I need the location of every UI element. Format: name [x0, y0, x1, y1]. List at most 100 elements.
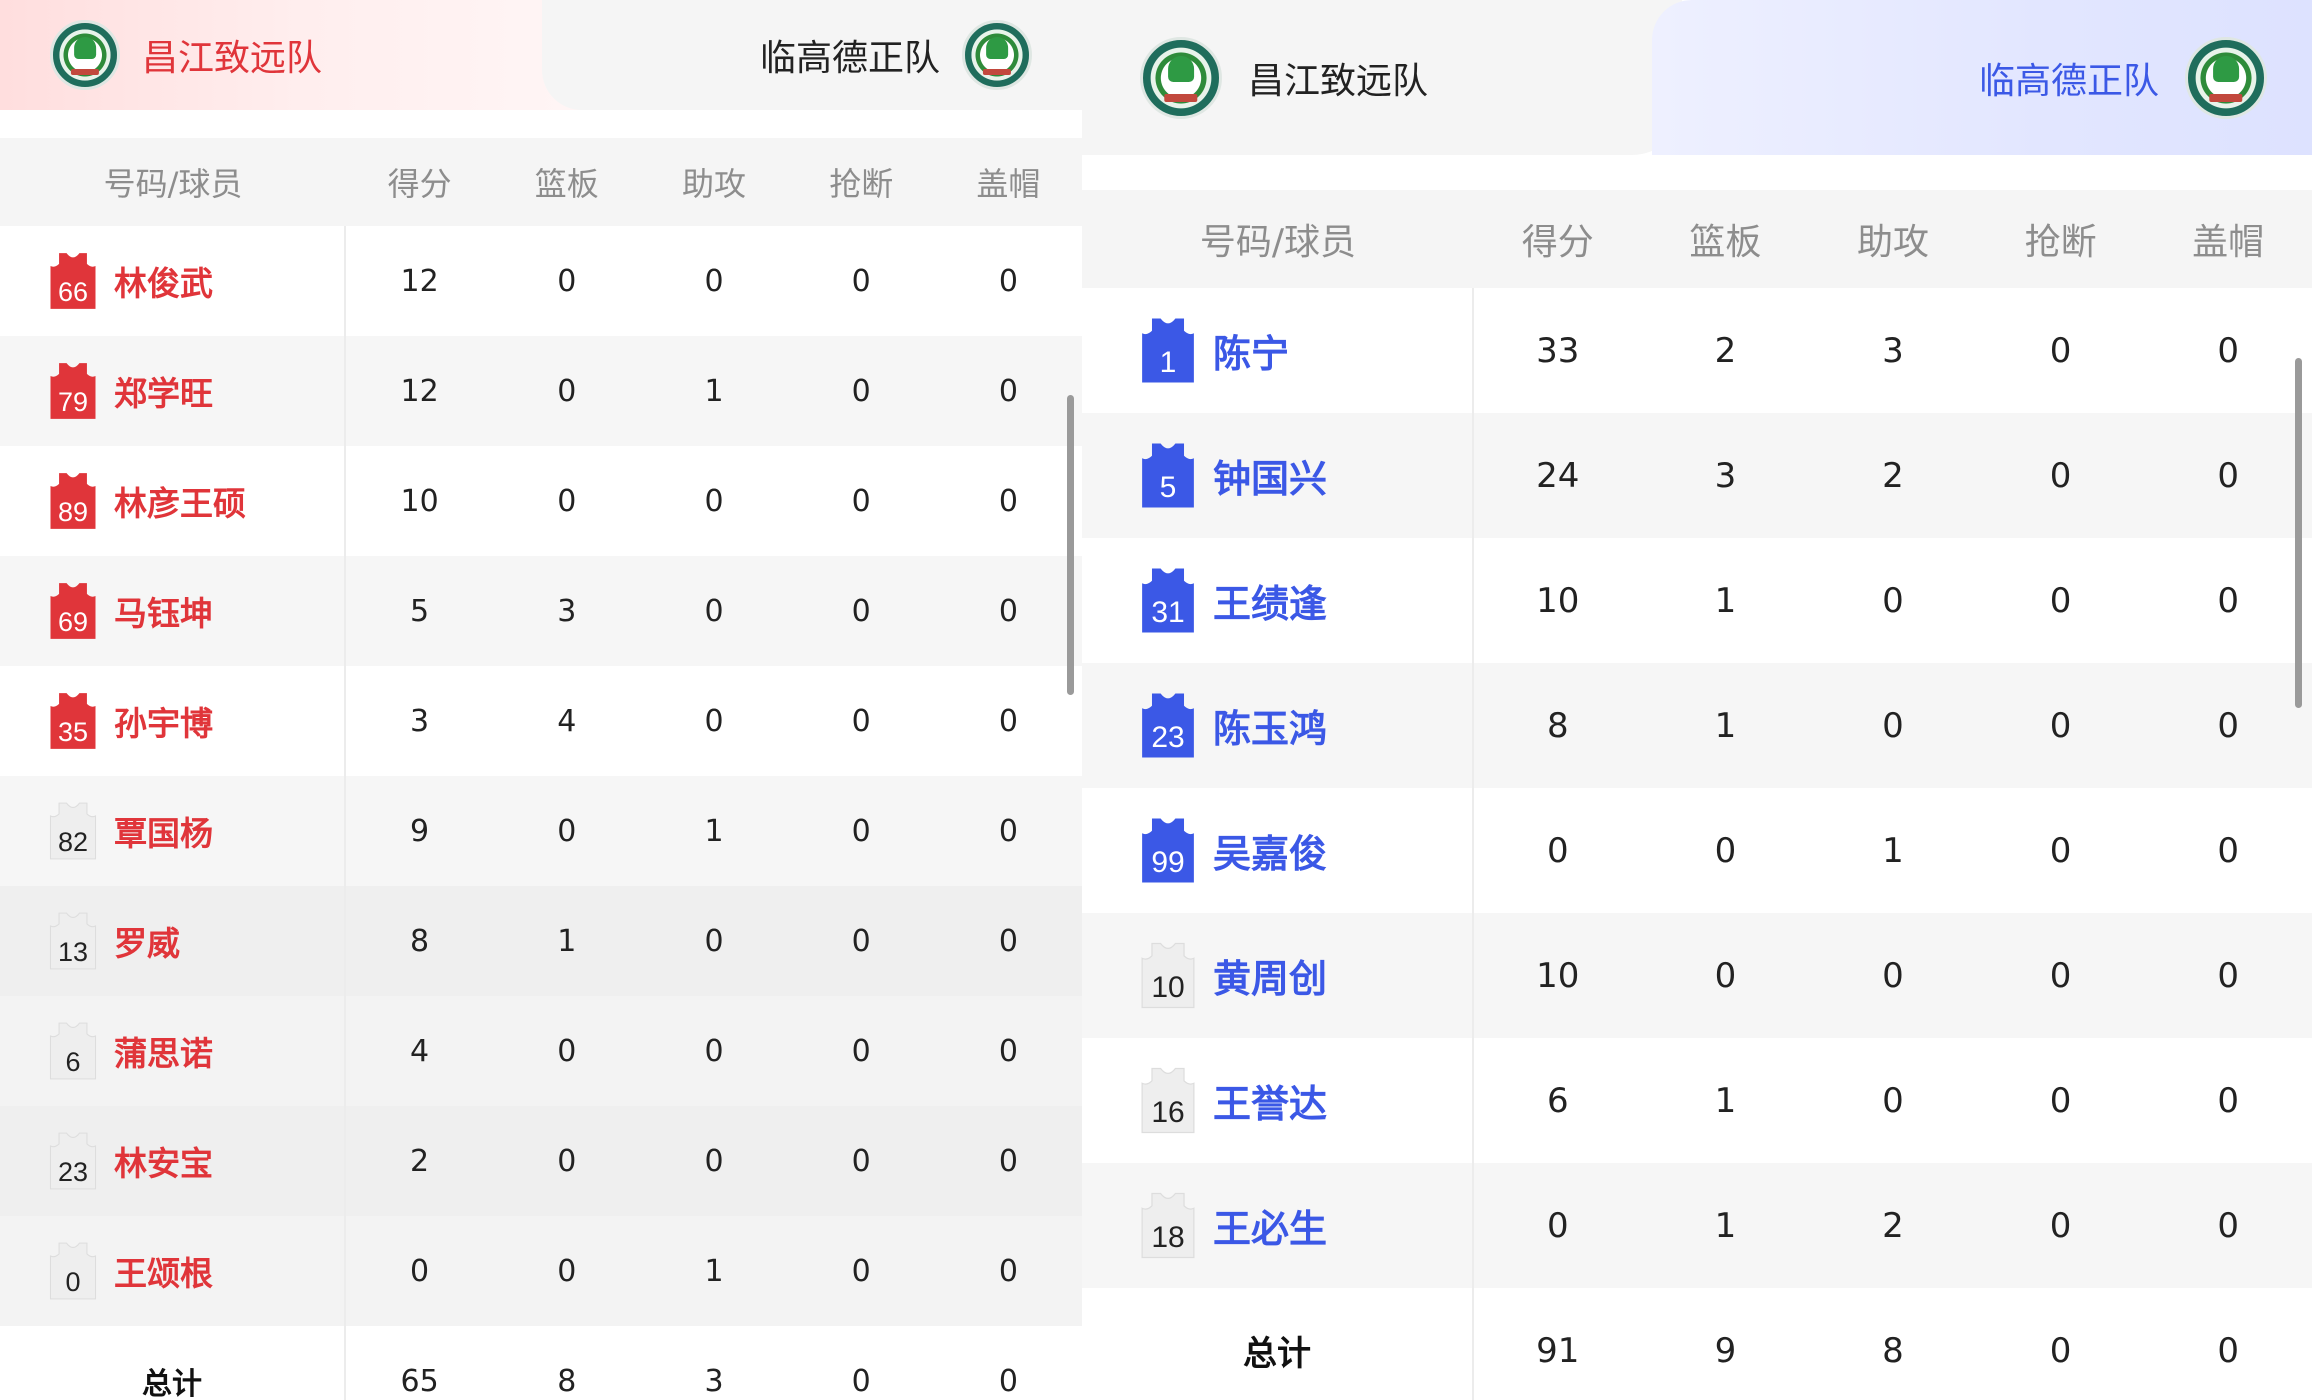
table-row[interactable]: 16 王誉达 6 1 0 0 0 [1082, 1038, 2312, 1163]
scrollbar[interactable] [2295, 358, 2302, 708]
jersey-number: 35 [57, 717, 89, 747]
table-header-row: 号码/球员 得分 篮板 助攻 抢断 盖帽 [0, 138, 1082, 226]
player-cell: 99 吴嘉俊 [1082, 788, 1474, 913]
player-name[interactable]: 林安宝 [114, 1137, 213, 1185]
column-header-player: 号码/球员 [103, 165, 243, 203]
player-name[interactable]: 王颂根 [114, 1247, 213, 1295]
player-name[interactable]: 孙宇博 [114, 697, 213, 745]
table-row[interactable]: 69 马钰坤 5 3 0 0 0 [0, 556, 1082, 666]
total-row: 总计 65 8 3 0 0 [0, 1326, 1082, 1400]
stat-steals: 0 [2049, 705, 2072, 746]
stat-blocks: 0 [998, 593, 1018, 629]
table-row[interactable]: 82 覃国杨 9 0 1 0 0 [0, 776, 1082, 886]
jersey-number: 31 [1151, 596, 1185, 629]
stat-points: 10 [400, 483, 439, 519]
stat-blocks: 0 [998, 703, 1018, 739]
stat-points: 33 [1536, 330, 1580, 371]
jersey-number: 89 [57, 497, 89, 527]
stat-assists: 0 [1882, 1080, 1904, 1121]
tab-home-team[interactable]: 昌江致远队 [0, 0, 600, 110]
jersey-number: 82 [57, 827, 89, 857]
player-name[interactable]: 吴嘉俊 [1213, 823, 1327, 878]
player-name[interactable]: 罗威 [114, 917, 180, 965]
table-row[interactable]: 0 王颂根 0 0 1 0 0 [0, 1216, 1082, 1326]
column-header-rebounds: 篮板 [534, 165, 599, 203]
tab-away-team[interactable]: 临高德正队 [542, 0, 1082, 110]
team-tabs: 昌江致远队 临高德正队 [1082, 0, 2312, 160]
tab-home-team[interactable]: 昌江致远队 [1082, 0, 1682, 155]
team-logo-icon [50, 20, 120, 90]
jersey-icon: 89 [46, 471, 100, 531]
table-row[interactable]: 23 林安宝 2 0 0 0 0 [0, 1106, 1082, 1216]
table-row[interactable]: 1 陈宁 33 2 3 0 0 [1082, 288, 2312, 413]
player-name[interactable]: 马钰坤 [114, 587, 213, 635]
stat-points: 3 [410, 703, 430, 739]
stat-rebounds: 1 [1714, 1080, 1737, 1121]
scrollbar[interactable] [1067, 395, 1074, 695]
table-row[interactable]: 10 黄周创 10 0 0 0 0 [1082, 913, 2312, 1038]
stat-assists: 1 [704, 373, 724, 409]
stat-assists: 3 [1882, 330, 1904, 371]
player-name[interactable]: 覃国杨 [114, 807, 213, 855]
jersey-icon: 31 [1137, 566, 1199, 635]
player-name[interactable]: 王绩逢 [1213, 573, 1327, 628]
stat-blocks: 0 [998, 1253, 1018, 1289]
table-row[interactable]: 79 郑学旺 12 0 1 0 0 [0, 336, 1082, 446]
total-steals: 0 [851, 1363, 871, 1399]
stat-points: 24 [1536, 455, 1580, 496]
stat-rebounds: 1 [1714, 580, 1737, 621]
player-name[interactable]: 王必生 [1213, 1198, 1327, 1253]
table-row[interactable]: 66 林俊武 12 0 0 0 0 [0, 226, 1082, 336]
player-cell: 18 王必生 [1082, 1163, 1474, 1288]
table-row[interactable]: 23 陈玉鸿 8 1 0 0 0 [1082, 663, 2312, 788]
jersey-icon: 0 [46, 1241, 100, 1301]
column-header-assists: 助攻 [1856, 222, 1929, 263]
column-header-blocks: 盖帽 [976, 165, 1041, 203]
tab-away-team[interactable]: 临高德正队 [1652, 0, 2312, 155]
player-name[interactable]: 蒲思诺 [114, 1027, 213, 1075]
stat-assists: 2 [1882, 455, 1904, 496]
stat-assists: 0 [704, 1033, 724, 1069]
player-name[interactable]: 钟国兴 [1213, 448, 1327, 503]
table-row[interactable]: 31 王绩逢 10 1 0 0 0 [1082, 538, 2312, 663]
table-row[interactable]: 18 王必生 0 1 2 0 0 [1082, 1163, 2312, 1288]
stat-rebounds: 0 [1714, 955, 1737, 996]
stat-assists: 0 [704, 703, 724, 739]
player-cell: 69 马钰坤 [0, 556, 346, 666]
player-cell: 0 王颂根 [0, 1216, 346, 1326]
table-row[interactable]: 5 钟国兴 24 3 2 0 0 [1082, 413, 2312, 538]
total-label: 总计 [142, 1367, 202, 1400]
table-row[interactable]: 13 罗威 8 1 0 0 0 [0, 886, 1082, 996]
jersey-number: 79 [57, 387, 89, 417]
player-name[interactable]: 陈宁 [1213, 323, 1289, 378]
player-cell: 66 林俊武 [0, 226, 346, 336]
player-name[interactable]: 王誉达 [1213, 1073, 1327, 1128]
player-name[interactable]: 黄周创 [1213, 948, 1327, 1003]
stat-rebounds: 1 [1714, 705, 1737, 746]
stat-assists: 0 [704, 483, 724, 519]
total-blocks: 0 [2217, 1330, 2239, 1371]
right-boxscore-panel: 昌江致远队 临高德正队 号码/球员 得分 篮板 助攻 抢断 盖帽 1 陈宁 33 2 3… [1082, 0, 2312, 1400]
jersey-icon: 5 [1137, 441, 1199, 510]
jersey-number: 0 [65, 1267, 81, 1297]
player-name[interactable]: 林俊武 [114, 257, 213, 305]
jersey-icon: 23 [46, 1131, 100, 1191]
stat-points: 12 [400, 373, 439, 409]
player-name[interactable]: 郑学旺 [114, 367, 213, 415]
player-cell: 6 蒲思诺 [0, 996, 346, 1106]
table-row[interactable]: 89 林彦王硕 10 0 0 0 0 [0, 446, 1082, 556]
player-cell: 31 王绩逢 [1082, 538, 1474, 663]
stat-assists: 0 [704, 263, 724, 299]
stat-assists: 1 [704, 1253, 724, 1289]
player-name[interactable]: 陈玉鸿 [1213, 698, 1327, 753]
stat-blocks: 0 [998, 373, 1018, 409]
stats-table: 号码/球员 得分 篮板 助攻 抢断 盖帽 66 林俊武 12 0 0 0 0 79 郑学旺 12 0… [0, 138, 1082, 1400]
stat-steals: 0 [851, 373, 871, 409]
table-row[interactable]: 99 吴嘉俊 0 0 1 0 0 [1082, 788, 2312, 913]
player-name[interactable]: 林彦王硕 [114, 477, 246, 525]
table-row[interactable]: 6 蒲思诺 4 0 0 0 0 [0, 996, 1082, 1106]
jersey-number: 10 [1151, 971, 1185, 1004]
table-row[interactable]: 35 孙宇博 3 4 0 0 0 [0, 666, 1082, 776]
jersey-number: 5 [1159, 471, 1177, 504]
jersey-icon: 99 [1137, 816, 1199, 885]
